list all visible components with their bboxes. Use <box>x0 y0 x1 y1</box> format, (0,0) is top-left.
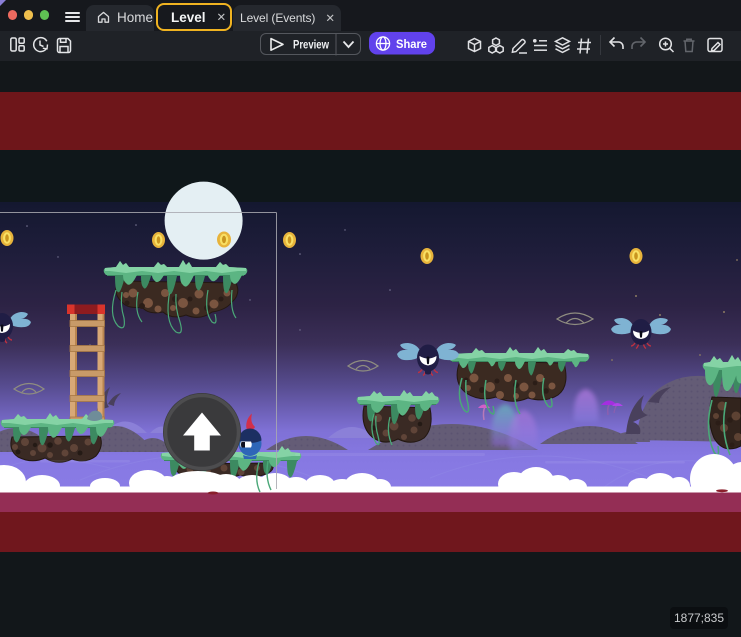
svg-text:Share: Share <box>396 37 427 51</box>
